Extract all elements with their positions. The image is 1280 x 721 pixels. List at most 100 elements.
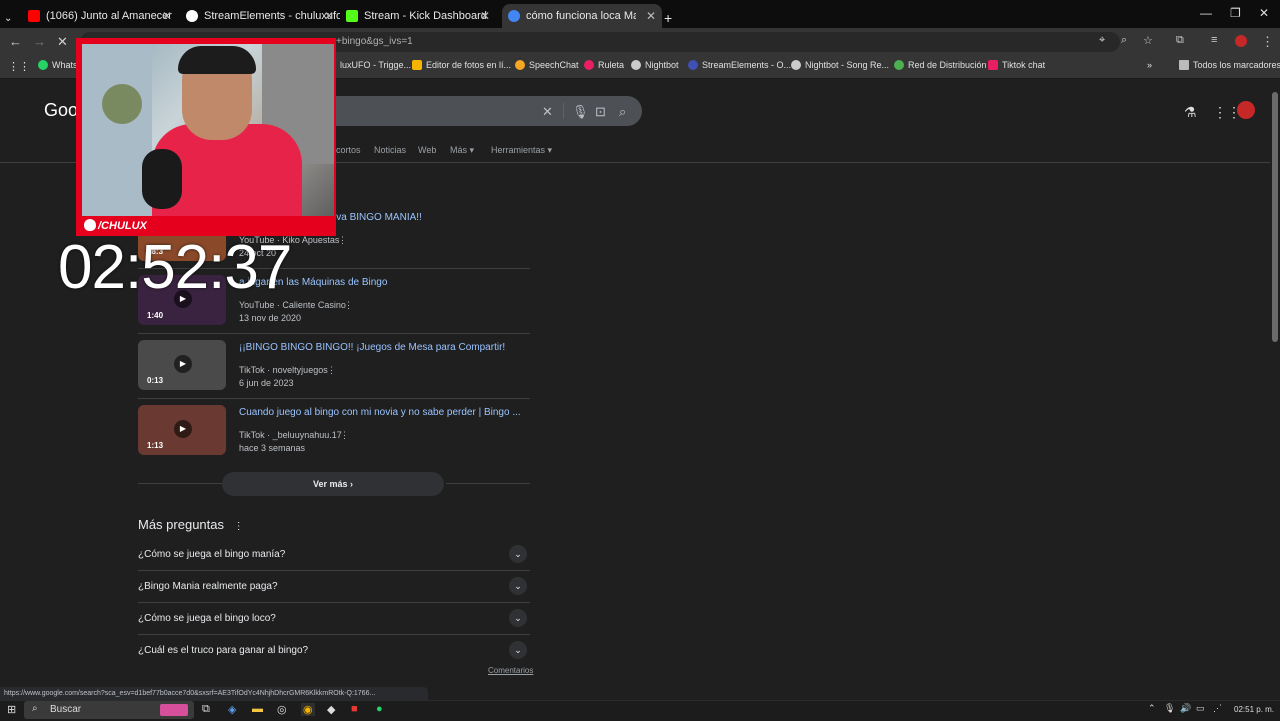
video-thumbnail[interactable]: ▶ 0:13: [138, 340, 226, 390]
app-icon[interactable]: ◈: [228, 703, 236, 716]
faq-divider: [138, 570, 530, 571]
tab-title: Stream - Kick Dashboard: [364, 10, 487, 22]
clear-search-icon[interactable]: ✕: [542, 104, 553, 120]
microphone-icon[interactable]: 🎙: [1164, 703, 1175, 714]
labs-icon[interactable]: ⚗: [1184, 104, 1197, 121]
show-hidden-icons[interactable]: ⌃: [1148, 703, 1156, 714]
tab-google-active[interactable]: cómo funciona loca Manía de b ✕: [502, 4, 662, 28]
bookmark-streamelements[interactable]: StreamElements - O...: [688, 60, 791, 70]
file-explorer-icon[interactable]: ▬: [252, 703, 263, 715]
bookmarks-overflow-icon[interactable]: »: [1147, 60, 1152, 70]
account-avatar[interactable]: [1237, 101, 1255, 119]
ver-mas-label: Ver más: [312, 479, 348, 489]
tab-streamelements[interactable]: StreamElements - chuluxufo ✕: [186, 4, 340, 28]
task-view-icon[interactable]: ⧉: [202, 703, 210, 716]
bookmark-label: Whats: [52, 60, 78, 70]
bookmark-label: Tiktok chat: [1002, 60, 1046, 70]
tab-cortos[interactable]: cortos: [336, 145, 361, 155]
profile-avatar[interactable]: [1235, 35, 1247, 47]
display-icon[interactable]: ▭: [1196, 703, 1205, 714]
restore-icon[interactable]: ❐: [1230, 6, 1241, 20]
tab-youtube[interactable]: (1066) Junto al Amanecer 🔈 ✕: [28, 4, 178, 28]
scrollbar-thumb[interactable]: [1272, 92, 1278, 342]
zoom-icon[interactable]: ⌕: [1121, 34, 1127, 47]
all-bookmarks[interactable]: Todos los marcadores: [1179, 60, 1280, 70]
faq-question[interactable]: ¿Cuál es el truco para ganar al bingo?: [138, 645, 308, 656]
minimize-icon[interactable]: —: [1200, 6, 1212, 20]
tab-web[interactable]: Web: [418, 145, 436, 155]
media-icon[interactable]: ≡: [1211, 34, 1217, 46]
app-icon[interactable]: ■: [351, 703, 358, 715]
microphone-icon[interactable]: 🎙: [572, 104, 589, 120]
clock[interactable]: 02:51 p. m.: [1234, 705, 1274, 714]
bookmark-speechchat[interactable]: SpeechChat: [515, 60, 579, 70]
chevron-down-icon[interactable]: ⌄: [509, 545, 527, 563]
feedback-link[interactable]: Comentarios: [488, 666, 533, 675]
ver-mas-button[interactable]: Ver más ›: [222, 472, 444, 496]
more-options-icon[interactable]: ⋮: [344, 300, 353, 311]
chrome-icon[interactable]: ◉: [301, 703, 315, 716]
tab-list-button[interactable]: ⌄: [4, 6, 22, 30]
bookmark-whatsapp[interactable]: Whats: [38, 60, 78, 70]
streamelements-icon: [688, 60, 698, 70]
faq-question[interactable]: ¿Cómo se juega el bingo loco?: [138, 613, 276, 624]
obs-icon[interactable]: ◎: [277, 703, 287, 716]
tab-herramientas[interactable]: Herramientas ▾: [491, 145, 552, 156]
volume-icon[interactable]: 🔊: [1180, 703, 1191, 714]
bookmark-label: SpeechChat: [529, 60, 579, 70]
bookmark-editor[interactable]: Editor de fotos en lí...: [412, 60, 511, 70]
tab-kick[interactable]: Stream - Kick Dashboard ✕: [346, 4, 496, 28]
whatsapp-icon[interactable]: ●: [376, 703, 383, 715]
bookmark-luxufo[interactable]: luxUFO - Trigge...: [340, 60, 411, 70]
play-icon: ▶: [174, 355, 192, 373]
faq-divider: [138, 602, 530, 603]
close-tab-icon[interactable]: ✕: [324, 9, 334, 23]
search-icon: ⌕: [32, 703, 38, 714]
video-title-link[interactable]: ¡¡BINGO BINGO BINGO!! ¡Juegos de Mesa pa…: [239, 342, 505, 353]
more-options-icon[interactable]: ⋮: [327, 365, 336, 376]
apps-icon[interactable]: ⋮⋮: [8, 60, 30, 73]
menu-icon[interactable]: ⋮: [1261, 34, 1274, 50]
video-date: hace 3 semanas: [239, 443, 306, 453]
tiktok-icon: [988, 60, 998, 70]
bookmark-tiktok-chat[interactable]: Tiktok chat: [988, 60, 1045, 70]
chevron-down-icon[interactable]: ⌄: [509, 577, 527, 595]
faq-question[interactable]: ¿Cómo se juega el bingo manía?: [138, 549, 285, 560]
tab-mas[interactable]: Más ▾: [450, 145, 474, 156]
stop-loading-icon[interactable]: ✕: [57, 34, 68, 50]
faq-question[interactable]: ¿Bingo Mania realmente paga?: [138, 581, 278, 592]
more-options-icon[interactable]: ⋮: [234, 521, 244, 532]
tab-noticias[interactable]: Noticias: [374, 145, 406, 155]
close-tab-icon[interactable]: ✕: [162, 9, 172, 23]
close-tab-icon[interactable]: ✕: [646, 9, 656, 23]
tab-strip: ⌄ (1066) Junto al Amanecer 🔈 ✕ StreamEle…: [0, 0, 1280, 28]
search-divider: [563, 103, 564, 119]
bookmark-nightbot[interactable]: Nightbot: [631, 60, 679, 70]
bookmark-label: Red de Distribución: [908, 60, 987, 70]
video-date: 6 jun de 2023: [239, 378, 294, 388]
chevron-down-icon[interactable]: ⌄: [509, 641, 527, 659]
bookmark-ruleta[interactable]: Ruleta: [584, 60, 624, 70]
back-icon[interactable]: ←: [9, 34, 22, 49]
network-icon[interactable]: ⋰: [1213, 703, 1222, 714]
new-tab-button[interactable]: +: [664, 6, 672, 30]
more-options-icon[interactable]: ⋮: [340, 430, 349, 441]
close-window-icon[interactable]: ✕: [1259, 6, 1269, 20]
chevron-down-icon[interactable]: ⌄: [509, 609, 527, 627]
webcam-image: [82, 44, 334, 216]
video-thumbnail[interactable]: ▶ 1:13: [138, 405, 226, 455]
streamelements-icon: [186, 10, 198, 22]
more-options-icon[interactable]: ⋮: [338, 235, 347, 246]
bookmark-red-distribucion[interactable]: Red de Distribución: [894, 60, 987, 70]
bookmark-star-icon[interactable]: ☆: [1143, 34, 1153, 47]
windows-start-icon[interactable]: ⊞: [7, 703, 16, 716]
app-icon[interactable]: ◆: [327, 703, 335, 716]
extensions-icon[interactable]: ⧉: [1176, 34, 1184, 47]
bookmark-nightbot-song[interactable]: Nightbot - Song Re...: [791, 60, 889, 70]
search-icon[interactable]: ⌕: [619, 104, 626, 120]
video-title-link[interactable]: Cuando juego al bingo con mi novia y no …: [239, 407, 521, 418]
location-icon[interactable]: ⌖: [1099, 34, 1105, 47]
lens-icon[interactable]: ⊡: [595, 104, 606, 120]
close-tab-icon[interactable]: ✕: [480, 9, 490, 23]
forward-icon[interactable]: →: [33, 34, 46, 49]
